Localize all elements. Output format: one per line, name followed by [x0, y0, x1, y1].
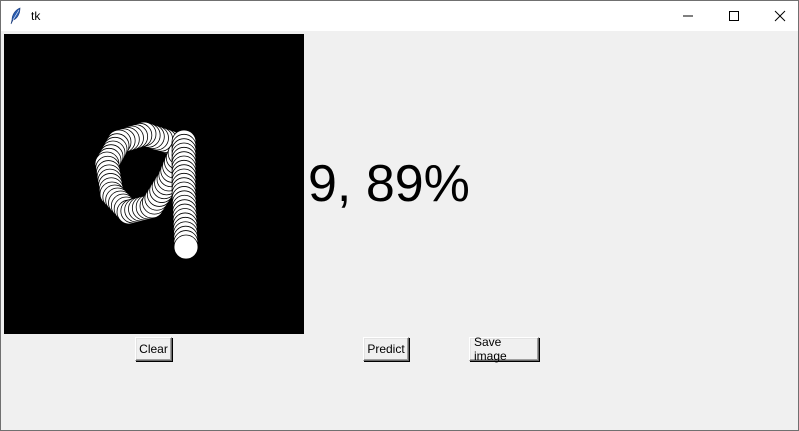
handwritten-digit-drawing: [94, 121, 199, 260]
predict-button[interactable]: Predict: [363, 337, 409, 361]
prediction-label: 9, 89%: [308, 155, 470, 213]
feather-icon: [9, 7, 23, 25]
drawing-canvas[interactable]: [4, 34, 304, 334]
close-icon: [774, 10, 786, 22]
clear-button[interactable]: Clear: [135, 337, 172, 361]
maximize-button[interactable]: [711, 1, 757, 31]
window-title: tk: [31, 9, 41, 23]
save-image-button[interactable]: Save image: [469, 335, 539, 363]
maximize-icon: [729, 11, 739, 21]
close-button[interactable]: [757, 1, 799, 31]
brush-dot: [173, 234, 199, 260]
minimize-icon: [683, 15, 693, 17]
minimize-button[interactable]: [665, 1, 711, 31]
app-window: tk 9, 89% Clear Predict Save image: [0, 0, 799, 431]
title-bar[interactable]: tk: [1, 0, 798, 31]
